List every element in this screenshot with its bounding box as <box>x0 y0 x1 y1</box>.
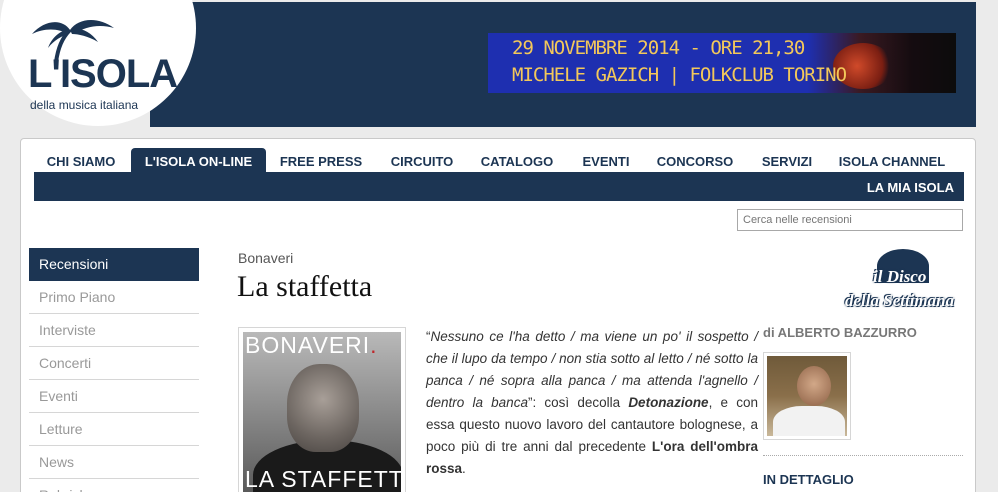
author-figure-body <box>773 406 845 436</box>
nav-item-isola-channel[interactable]: ISOLA CHANNEL <box>834 148 950 172</box>
nav-item-concorso[interactable]: CONCORSO <box>652 148 738 172</box>
sidebar-item-primo-piano[interactable]: Primo Piano <box>29 281 199 314</box>
detail-heading: IN DETTAGLIO <box>763 472 854 487</box>
sidebar-item-concerti[interactable]: Concerti <box>29 347 199 380</box>
author-photo-image <box>767 356 847 436</box>
article-body: “Nessuno ce l'ha detto / ma viene un po'… <box>426 326 758 480</box>
cover-band-name: BONAVERI. <box>245 332 378 359</box>
sidebar-item-news[interactable]: News <box>29 446 199 479</box>
logo-subtitle: della musica italiana <box>30 98 139 112</box>
cover-band-dot: . <box>370 332 378 358</box>
nav-item-free-press[interactable]: FREE PRESS <box>274 148 368 172</box>
author-byline[interactable]: di ALBERTO BAZZURRO <box>763 325 917 340</box>
album-cover[interactable]: BONAVERI. LA STAFFETTA <box>238 327 406 492</box>
main-card: CHI SIAMO L'ISOLA ON-LINE FREE PRESS CIR… <box>20 138 976 492</box>
cover-album-title: LA STAFFETTA <box>245 466 401 492</box>
cover-figure-head <box>287 364 359 452</box>
author-avatar <box>763 352 851 440</box>
nav-item-catalogo[interactable]: CATALOGO <box>474 148 560 172</box>
badge-line-2: della Settimana <box>845 291 955 310</box>
disco-settimana-badge[interactable]: il Disco della Settimana <box>837 247 965 317</box>
nav-item-eventi[interactable]: EVENTI <box>574 148 638 172</box>
nav-item-circuito[interactable]: CIRCUITO <box>382 148 462 172</box>
sidebar-item-eventi[interactable]: Eventi <box>29 380 199 413</box>
main-nav: CHI SIAMO L'ISOLA ON-LINE FREE PRESS CIR… <box>34 148 964 172</box>
banner-event: MICHELE GAZICH | FOLKCLUB TORINO <box>512 64 847 86</box>
cover-band-text: BONAVERI <box>245 332 371 358</box>
banner-date: 29 NOVEMBRE 2014 - ORE 21,30 <box>512 37 805 59</box>
sidebar-item-interviste[interactable]: Interviste <box>29 314 199 347</box>
sidebar-item-rubriche[interactable]: Rubriche <box>29 479 199 492</box>
sub-nav: LA MIA ISOLA <box>34 172 964 201</box>
badge-line-1: il Disco <box>873 267 927 286</box>
album-cover-image: BONAVERI. LA STAFFETTA <box>243 332 401 492</box>
site-logo[interactable]: L'ISOLA della musica italiana <box>22 14 182 112</box>
nav-item-la-mia-isola[interactable]: LA MIA ISOLA <box>867 172 954 203</box>
site-header: L'ISOLA della musica italiana 29 NOVEMBR… <box>0 0 998 128</box>
author-figure-head <box>797 366 831 406</box>
logo-title: L'ISOLA <box>28 52 178 96</box>
nav-item-chi-siamo[interactable]: CHI SIAMO <box>34 148 128 172</box>
nav-item-servizi[interactable]: SERVIZI <box>752 148 822 172</box>
section-sidebar: Recensioni Primo Piano Interviste Concer… <box>29 248 199 492</box>
song-title: Detonazione <box>628 395 709 410</box>
event-banner[interactable]: 29 NOVEMBRE 2014 - ORE 21,30 MICHELE GAZ… <box>488 33 956 93</box>
search-input[interactable] <box>737 209 963 231</box>
divider <box>763 455 963 456</box>
sidebar-item-letture[interactable]: Letture <box>29 413 199 446</box>
nav-item-isola-online[interactable]: L'ISOLA ON-LINE <box>131 148 266 172</box>
article-title: La staffetta <box>237 270 373 303</box>
article-text-2: . <box>462 461 466 476</box>
sidebar-item-recensioni[interactable]: Recensioni <box>29 248 199 281</box>
quote-close: ”: così decolla <box>527 395 629 410</box>
article-artist: Bonaveri <box>238 250 294 266</box>
